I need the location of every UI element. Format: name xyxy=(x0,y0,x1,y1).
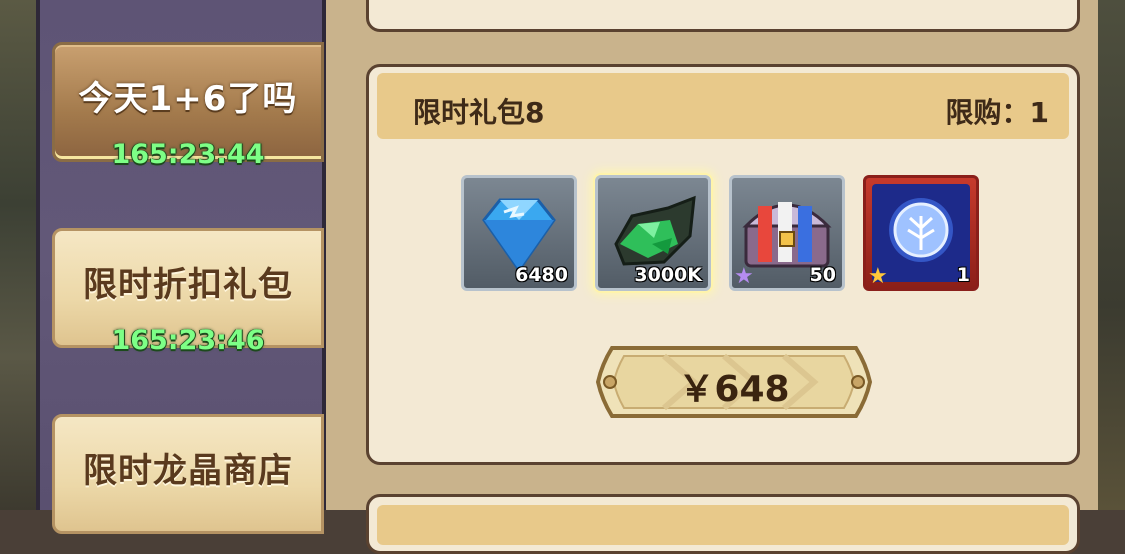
item-quantity: 1 xyxy=(956,264,970,286)
item-quantity: 50 xyxy=(809,264,836,286)
pack-card-next xyxy=(366,494,1080,554)
item-slot[interactable]: ★ 1 xyxy=(863,175,979,291)
tab-limited-discount-pack[interactable]: 限时折扣礼包 165:23:46 xyxy=(52,228,324,356)
pack-card: 限时礼包8 限购：1 6480 3000K ★ 50 ★ 1 ￥648 xyxy=(366,64,1080,465)
background-scenery-right xyxy=(1098,0,1125,510)
purchase-limit: 限购：1 xyxy=(945,96,1049,129)
tab-1plus6[interactable]: 今天1+6了吗 165:23:44 xyxy=(52,42,324,170)
tab-label: 限时龙晶商店 xyxy=(83,451,293,491)
price-label: ￥648 xyxy=(678,369,790,410)
countdown-timer: 165:23:44 xyxy=(111,139,265,170)
tab-label: 今天1+6了吗 xyxy=(78,79,298,119)
pack-title: 限时礼包8 xyxy=(413,96,545,129)
item-quantity: 6480 xyxy=(515,264,568,286)
pack-card-previous xyxy=(366,0,1080,32)
tab-label: 限时折扣礼包 xyxy=(83,265,293,305)
pack-items: 6480 3000K ★ 50 ★ 1 xyxy=(369,175,1077,299)
buy-button[interactable]: ￥648 xyxy=(594,342,874,422)
pack-header: 限时礼包8 限购：1 xyxy=(377,73,1069,139)
item-slot[interactable]: ★ 50 xyxy=(729,175,845,291)
item-slot[interactable]: 6480 xyxy=(461,175,577,291)
purple-star-icon: ★ xyxy=(734,264,754,289)
item-quantity: 3000K xyxy=(634,264,702,286)
countdown-timer: 165:23:46 xyxy=(111,325,265,356)
tab-dragon-crystal-shop[interactable]: 限时龙晶商店 xyxy=(52,414,324,534)
background-scenery-left xyxy=(0,0,40,510)
gold-star-icon: ★ xyxy=(868,264,888,289)
item-slot[interactable]: 3000K xyxy=(595,175,711,291)
